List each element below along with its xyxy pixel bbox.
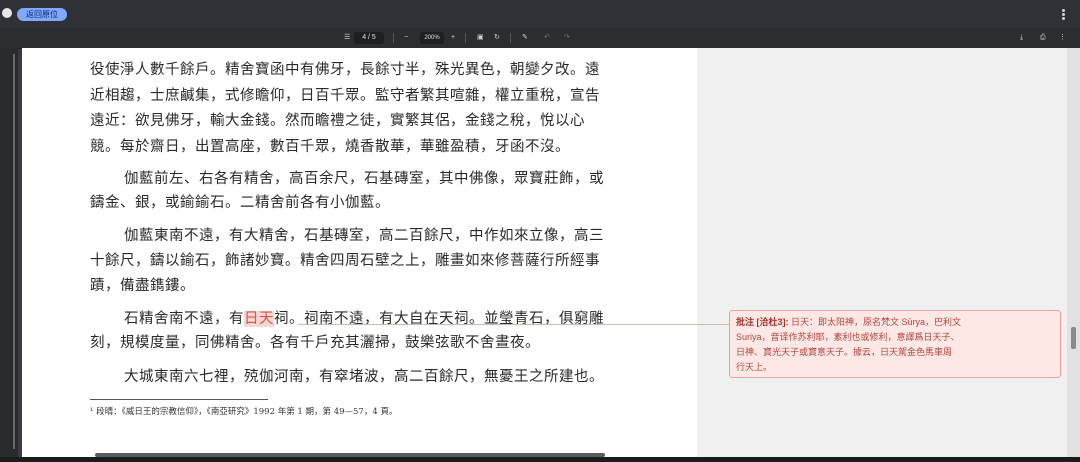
text-line: 大城東南六七裡，殑伽河南，有窣堵波，高二百餘尺，無憂王之所建也。 (124, 369, 604, 385)
zoom-select[interactable]: 200% (420, 32, 444, 44)
comment-line: 批注 [洽杜3]: 日天：即太阳神，原名梵文 Sūrya，巴利文 (736, 315, 1054, 330)
comment-text: 日天：即太阳神，原名梵文 Sūrya，巴利文 (788, 317, 962, 327)
text-line-annotated: 石精舍南不遠，有日天祠。祠南不遠，有大自在天祠。並瑩青石，俱窮雕 (124, 310, 604, 328)
zoom-out-icon[interactable]: − (404, 34, 408, 42)
toolbar-divider (393, 33, 394, 43)
print-icon[interactable]: ⎙ (1040, 34, 1046, 42)
more-actions-icon[interactable]: ⋮ (1059, 34, 1066, 42)
left-gutter (0, 48, 18, 462)
undo-icon[interactable]: ↶ (544, 34, 550, 42)
margin-bar (13, 54, 15, 449)
text-line: 近相趨，士庶鹹集，式修瞻仰，日百千眾。監守者繁其喧雜，權立重稅，宣告 (90, 88, 600, 104)
zoom-in-icon[interactable]: + (451, 34, 455, 42)
text-segment: 石精舍南不遠，有 (124, 311, 244, 327)
highlighted-term[interactable]: 日天 (244, 311, 274, 327)
comment-line: 行天上。 (736, 362, 773, 372)
comment-line: Suriya，音译作苏利耶，素利也或修利，意譯爲日天子、 (736, 332, 960, 342)
text-line: 役使淨人數千餘戶。精舍寶函中有佛牙，長餘寸半，殊光異色，朝變夕改。遠 (90, 62, 600, 78)
text-line: 伽藍東南不遠，有大精舍，石基磚室，高二百餘尺，中作如來立像，高三 (124, 228, 604, 244)
footnote-rule (90, 399, 268, 400)
text-line: 伽藍前左、右各有精舍，高百余尺，石基磚室，其中佛像，眾寶莊飾，或 (124, 171, 604, 187)
back-to-position-button[interactable]: 返回原位 (17, 8, 67, 21)
toolbar-divider (510, 33, 511, 43)
comment-title: 批注 [洽杜3]: (736, 317, 789, 327)
rotate-icon[interactable]: ↻ (494, 34, 500, 42)
bottom-bar (0, 457, 1080, 462)
text-line: 十餘尺，鑄以鍮石，飾諸妙寶。精舍四周石壁之上，雕畫如來修菩薩行所經事 (90, 253, 600, 269)
annotate-icon[interactable]: ✎ (522, 34, 528, 42)
fit-page-icon[interactable]: ▣ (477, 34, 484, 42)
text-line: 遠近：欲見佛牙，輸大金錢。然而瞻禮之徒，實繁其侶，金錢之稅，悅以心 (90, 113, 585, 129)
comment-line: 日神、寶光天子或寶意天子。據云，日天駕金色馬車周 (736, 347, 953, 357)
toolbar-divider (465, 33, 466, 43)
page-number-input[interactable]: 4 / 5 (354, 32, 384, 44)
menu-icon[interactable] (2, 8, 12, 18)
vertical-scrollbar[interactable] (1067, 48, 1080, 457)
text-line: 蹟，備盡鐫鏤。 (90, 278, 195, 294)
text-line: 刻，規模度量，同佛精舍。各有千戶充其灑掃，鼓樂弦歌不舍晝夜。 (90, 335, 540, 351)
footnote: ¹ 段晴：《威日王的宗教信仰》，《南亞研究》1992 年第 1 期，第 49—5… (90, 407, 398, 417)
comment-connector (298, 324, 729, 325)
sidebar-toggle-icon[interactable]: ☰ (344, 34, 350, 42)
top-bar: 返回原位 (0, 0, 1080, 28)
comment-panel (697, 48, 1067, 457)
redo-icon[interactable]: ↷ (564, 34, 570, 42)
more-options-icon[interactable] (1062, 9, 1065, 20)
horizontal-scrollbar[interactable] (95, 453, 605, 457)
comment-balloon[interactable]: 批注 [洽杜3]: 日天：即太阳神，原名梵文 Sūrya，巴利文 Suriya，… (729, 310, 1061, 378)
text-line: 競。每於齋日，出置高座，數百千眾，燒香散華，華雖盈積，牙函不沒。 (90, 139, 570, 155)
text-line: 鑄金、銀，或鍮鍮石。二精舍前各有小伽藍。 (90, 195, 390, 211)
scrollbar-thumb[interactable] (1071, 327, 1076, 349)
pdf-toolbar (0, 28, 1080, 49)
download-icon[interactable]: ⤓ (1020, 34, 1023, 42)
